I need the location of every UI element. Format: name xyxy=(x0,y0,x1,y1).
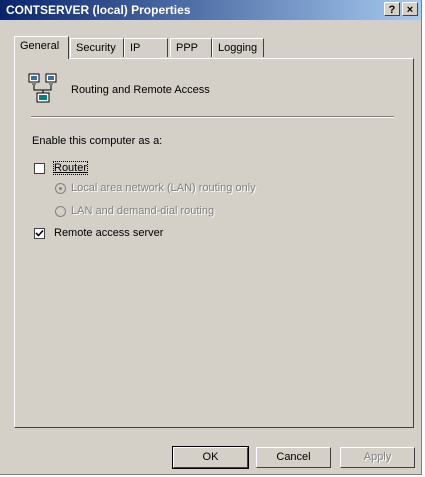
lan-routing-only-label: Local area network (LAN) routing only xyxy=(71,182,256,194)
properties-dialog: CONTSERVER (local) Properties ? × Genera… xyxy=(0,0,422,475)
network-computers-icon xyxy=(27,72,59,104)
remote-access-label[interactable]: Remote access server xyxy=(54,227,163,239)
general-tab-panel: Routing and Remote Access Enable this co… xyxy=(14,58,414,428)
tab-ppp[interactable]: PPP xyxy=(170,38,212,57)
header-text: Routing and Remote Access xyxy=(71,84,210,96)
help-button[interactable]: ? xyxy=(384,2,400,16)
separator xyxy=(31,116,394,118)
window-title: CONTSERVER (local) Properties xyxy=(6,3,191,17)
router-label[interactable]: Router xyxy=(52,161,89,175)
tab-logging[interactable]: Logging xyxy=(212,38,264,57)
title-bar[interactable]: CONTSERVER (local) Properties ? × xyxy=(0,0,421,20)
ok-button[interactable]: OK xyxy=(172,446,249,469)
lan-routing-only-radio[interactable] xyxy=(55,183,66,194)
remote-access-checkbox[interactable] xyxy=(34,228,45,239)
section-label: Enable this computer as a: xyxy=(32,135,163,147)
router-checkbox[interactable] xyxy=(34,163,45,174)
apply-button[interactable]: Apply xyxy=(340,447,415,468)
tab-security[interactable]: Security xyxy=(70,38,124,57)
close-button[interactable]: × xyxy=(402,2,418,16)
cancel-button[interactable]: Cancel xyxy=(256,447,331,468)
lan-demand-dial-radio[interactable] xyxy=(55,206,66,217)
tab-ip[interactable]: IP xyxy=(124,38,168,57)
lan-demand-dial-label: LAN and demand-dial routing xyxy=(71,205,215,217)
tab-general[interactable]: General xyxy=(14,36,69,59)
